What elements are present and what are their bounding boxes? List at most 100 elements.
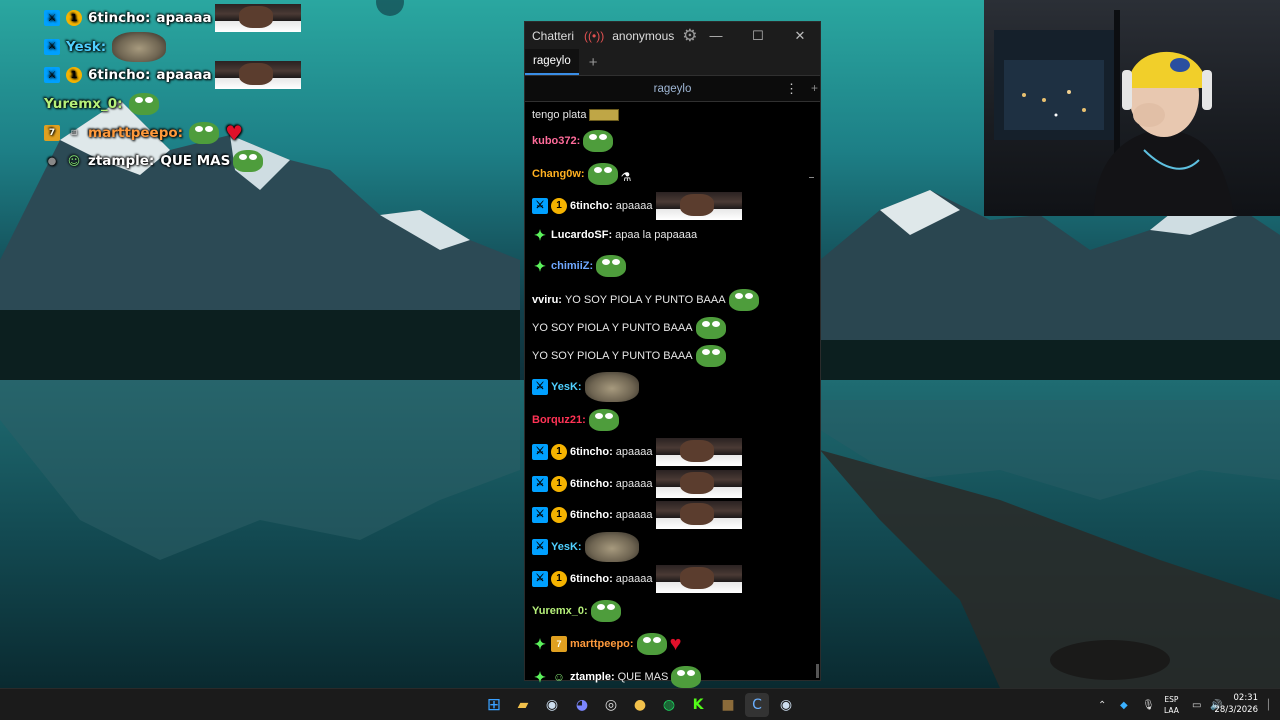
- notification-icon[interactable]: ▏: [1268, 689, 1276, 720]
- username[interactable]: 6tincho:: [570, 566, 613, 592]
- username[interactable]: 6tincho:: [570, 502, 613, 528]
- chat-message[interactable]: Chang0w: ⚗: [532, 158, 804, 190]
- add-tab-icon[interactable]: +: [589, 54, 598, 71]
- chat-message[interactable]: 7 ▫ marttpeepo: ♥: [44, 118, 344, 147]
- kick-icon[interactable]: K: [686, 693, 710, 717]
- steam-icon[interactable]: ◉: [540, 693, 564, 717]
- chat-message[interactable]: ● ☺ ztample: QUE MAS: [44, 147, 344, 176]
- chat-message[interactable]: tengo plata: [532, 102, 804, 124]
- chatterino-icon[interactable]: C: [745, 693, 769, 717]
- username[interactable]: 6tincho:: [88, 10, 150, 26]
- steam-alt-icon[interactable]: ◉: [774, 693, 798, 717]
- moderator-badge-icon: ⚔: [532, 571, 548, 587]
- chat-message[interactable]: ⚔ 1 6tincho: apaaaa: [532, 436, 804, 468]
- file-explorer-icon[interactable]: ▰: [511, 693, 535, 717]
- pepe-emote-icon: [590, 600, 621, 622]
- account-name[interactable]: anonymous: [612, 29, 674, 43]
- pepe-emote-icon: [588, 409, 619, 431]
- minimize-button[interactable]: —: [695, 22, 737, 49]
- chat-message[interactable]: Borquz21:: [532, 404, 804, 436]
- minecraft-icon[interactable]: ■: [716, 693, 740, 717]
- chat-message[interactable]: ✦ 7 marttpeepo: ♥: [532, 627, 804, 660]
- message-text: apaaaa: [156, 10, 212, 27]
- message-text: YO SOY PIOLA Y PUNTO BAAA: [532, 350, 693, 362]
- chat-message[interactable]: Yuremx_0:: [44, 90, 344, 119]
- chat-message[interactable]: ⚔ 1 6tincho: apaaaa: [532, 563, 804, 595]
- username[interactable]: ztample:: [570, 664, 615, 690]
- subscriber-badge-icon: 1: [66, 10, 82, 27]
- chat-message[interactable]: ✦ chimiiZ:: [532, 246, 804, 286]
- split-header[interactable]: rageylo ⋮ +: [525, 75, 820, 102]
- username[interactable]: Yuremx_0:: [44, 96, 123, 112]
- windows-start-icon[interactable]: ⊞: [482, 693, 506, 717]
- username[interactable]: chimiiZ:: [551, 253, 593, 279]
- message-text: apaaaa: [615, 509, 653, 521]
- tab-rageylo[interactable]: rageylo: [525, 49, 579, 75]
- moderator-badge-icon: ⚔: [532, 507, 548, 523]
- username[interactable]: 6tincho:: [570, 439, 613, 465]
- moderator-badge-icon: ⚔: [532, 444, 548, 460]
- maximize-button[interactable]: ☐: [737, 22, 779, 49]
- star-badge-icon: ✦: [534, 668, 546, 685]
- username[interactable]: kubo372:: [532, 128, 580, 154]
- username[interactable]: Yuremx_0:: [532, 598, 588, 624]
- system-clock[interactable]: 02:31 28/3/2026: [1214, 692, 1258, 716]
- app-title: Chatteri: [532, 28, 575, 43]
- chat-message[interactable]: ⚔ Yesk:: [44, 31, 344, 62]
- network-icon[interactable]: ▭: [1192, 689, 1201, 720]
- username[interactable]: LucardoSF:: [551, 222, 612, 246]
- username[interactable]: Yesk:: [66, 39, 106, 55]
- gift-badge-icon: ▫: [70, 127, 78, 139]
- chat-message[interactable]: ⚔ 1 6tincho: apaaaa: [44, 61, 344, 90]
- username[interactable]: marttpeepo:: [88, 125, 183, 141]
- heart-emote-icon: ♥: [669, 632, 682, 655]
- language-code: ESP: [1164, 695, 1179, 704]
- spotify-icon[interactable]: ◍: [657, 693, 681, 717]
- chatterino-window[interactable]: Chatteri ((•)) anonymous ⚙ — ☐ ✕ rageylo…: [524, 21, 821, 688]
- chat-message[interactable]: ⚔ 1 6tincho: apaaaa: [532, 468, 804, 499]
- star-badge-icon: ✦: [534, 635, 546, 652]
- scrollbar-thumb[interactable]: [816, 664, 819, 678]
- username[interactable]: vviru:: [532, 287, 562, 313]
- message-list[interactable]: tengo plata kubo372: Chang0w: ⚗ ⚔ 1 6tincho: ap…: [532, 102, 804, 693]
- language-indicator[interactable]: ESP LAA: [1164, 694, 1179, 716]
- username[interactable]: marttpeepo:: [570, 631, 634, 657]
- vial-emote-icon: ⚗: [620, 170, 632, 184]
- chrome-icon[interactable]: ●: [628, 693, 652, 717]
- show-hidden-icons-icon[interactable]: ⌃: [1098, 689, 1106, 720]
- face-emote-icon: [655, 565, 742, 593]
- more-options-icon[interactable]: ⋮: [785, 81, 798, 97]
- moderator-badge-icon: ⚔: [532, 379, 548, 395]
- chat-message[interactable]: Yuremx_0:: [532, 595, 804, 627]
- grey-badge-icon: ●: [47, 155, 57, 167]
- add-split-icon[interactable]: +: [811, 81, 818, 95]
- defender-icon[interactable]: ◆: [1120, 689, 1128, 720]
- username[interactable]: YesK:: [551, 374, 582, 400]
- scrollbar-marker: [809, 177, 814, 178]
- pepe-emote-icon: [695, 317, 726, 339]
- username[interactable]: 6tincho:: [570, 471, 613, 497]
- username[interactable]: YesK:: [551, 534, 582, 560]
- username[interactable]: Borquz21:: [532, 407, 586, 433]
- obs-icon[interactable]: ◎: [599, 693, 623, 717]
- chat-message[interactable]: ✦ LucardoSF: apaa la papaaaa: [532, 222, 804, 246]
- chat-message[interactable]: ⚔ 1 6tincho: apaaaa: [532, 190, 804, 222]
- chat-message[interactable]: kubo372:: [532, 124, 804, 158]
- discord-icon[interactable]: ◕: [570, 693, 594, 717]
- split-channel-name: rageylo: [653, 82, 692, 95]
- username[interactable]: Chang0w:: [532, 161, 585, 187]
- moderator-badge-icon: ⚔: [44, 67, 60, 84]
- chat-message[interactable]: ⚔ YesK:: [532, 531, 804, 563]
- title-bar[interactable]: Chatteri ((•)) anonymous ⚙ — ☐ ✕: [525, 22, 820, 49]
- close-button[interactable]: ✕: [779, 22, 821, 49]
- chat-message[interactable]: ⚔ YesK:: [532, 370, 804, 404]
- face-emote-icon: [655, 501, 742, 529]
- chat-message[interactable]: ⚔ 1 6tincho: apaaaa: [532, 499, 804, 531]
- microphone-icon[interactable]: 🎙: [1142, 689, 1155, 720]
- username[interactable]: 6tincho:: [88, 67, 150, 83]
- chat-message[interactable]: ⚔ 1 6tincho: apaaaa: [44, 4, 344, 33]
- chat-message[interactable]: vviru: YO SOY PIOLA Y PUNTO BAAA YO SOY PI…: [532, 286, 804, 370]
- message-text: apaaaa: [615, 573, 653, 585]
- username[interactable]: ztample:: [88, 153, 154, 169]
- username[interactable]: 6tincho:: [570, 193, 613, 219]
